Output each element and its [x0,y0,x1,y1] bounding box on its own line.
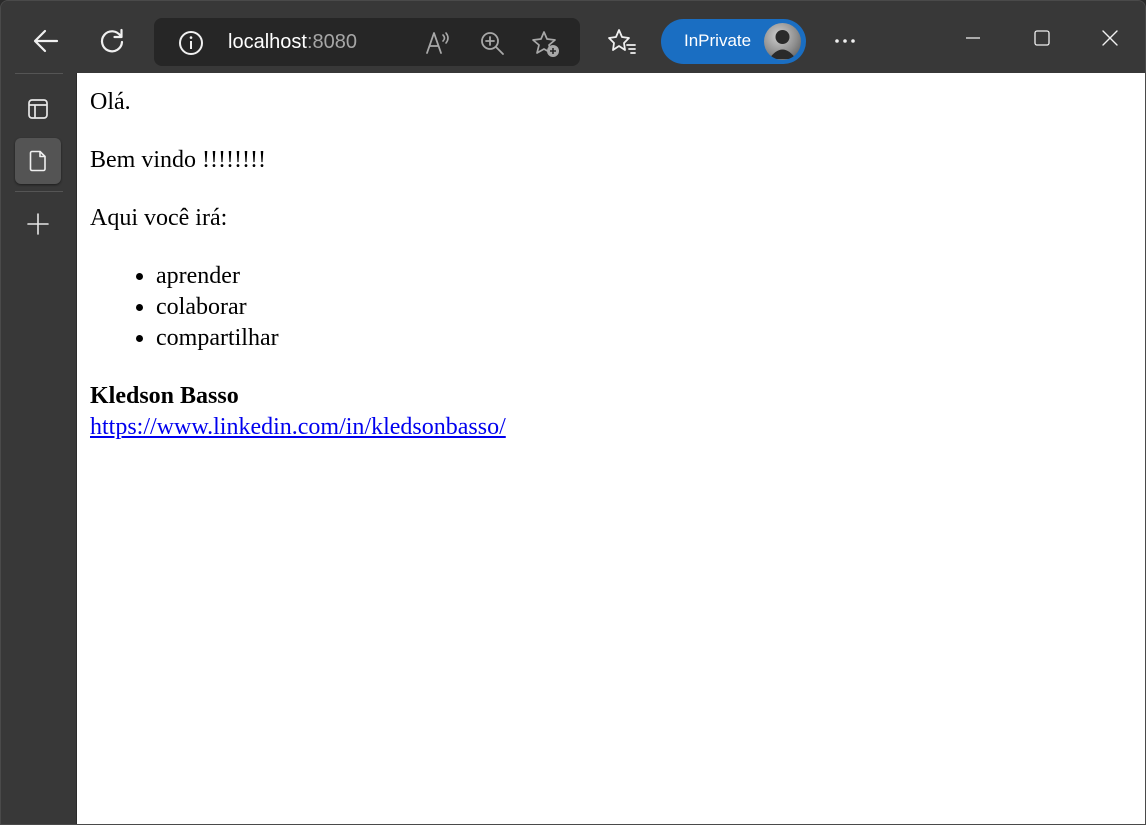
refresh-button[interactable] [92,21,132,61]
tab-actions-button[interactable] [15,86,61,132]
intro-text: Aqui você irá: [90,205,228,231]
back-button[interactable] [26,21,66,61]
url-port: :8080 [306,31,357,53]
zoom-in-icon[interactable] [478,29,506,57]
favorites-icon [608,29,636,54]
minimize-button[interactable] [951,16,995,60]
linkedin-link[interactable]: https://www.linkedin.com/in/kledsonbasso… [90,414,506,440]
page-content: Olá. Bem vindo !!!!!!!! Aqui você irá: a… [90,87,1130,443]
inprivate-profile-button[interactable]: InPrivate [661,19,806,64]
refresh-icon [100,28,124,53]
greeting-text: Olá. [90,89,131,115]
maximize-button[interactable] [1020,16,1064,60]
url-text[interactable]: localhost:8080 [228,30,357,54]
favorites-button[interactable] [602,21,642,61]
tab-actions-icon [28,99,48,119]
avatar [764,23,801,60]
author-block: Kledson Basso https://www.linkedin.com/i… [90,381,1130,443]
url-host: localhost [228,31,307,53]
add-favorite-icon[interactable] [531,29,561,59]
sidebar-divider [15,73,63,74]
back-arrow-icon [33,29,59,53]
list-item: compartilhar [156,323,1130,354]
more-icon [835,39,855,43]
close-button[interactable] [1088,16,1132,60]
list-item: aprender [156,261,1130,292]
profile-avatar-icon [769,30,796,59]
maximize-icon [1034,30,1050,46]
new-tab-button[interactable] [15,201,61,247]
list-item: colaborar [156,292,1130,323]
read-aloud-icon[interactable] [424,29,452,57]
activity-list: aprender colaborar compartilhar [90,261,1130,354]
tab-localhost[interactable] [15,138,61,184]
address-bar[interactable]: localhost:8080 [154,18,580,66]
info-icon[interactable] [178,30,204,56]
welcome-text: Bem vindo !!!!!!!! [90,147,266,173]
vertical-tabs-sidebar [1,73,76,824]
browser-window: localhost:8080 InPrivate Olá. Bem vindo … [0,0,1146,825]
author-name: Kledson Basso [90,383,239,409]
sidebar-divider [15,191,63,192]
close-icon [1102,30,1118,46]
inprivate-label: InPrivate [684,31,752,50]
minimize-icon [966,37,980,39]
more-button[interactable] [825,21,865,61]
page-viewport: Olá. Bem vindo !!!!!!!! Aqui você irá: a… [76,73,1145,824]
page-icon [29,150,46,172]
browser-toolbar: localhost:8080 InPrivate [1,1,1145,73]
plus-icon [27,213,49,235]
